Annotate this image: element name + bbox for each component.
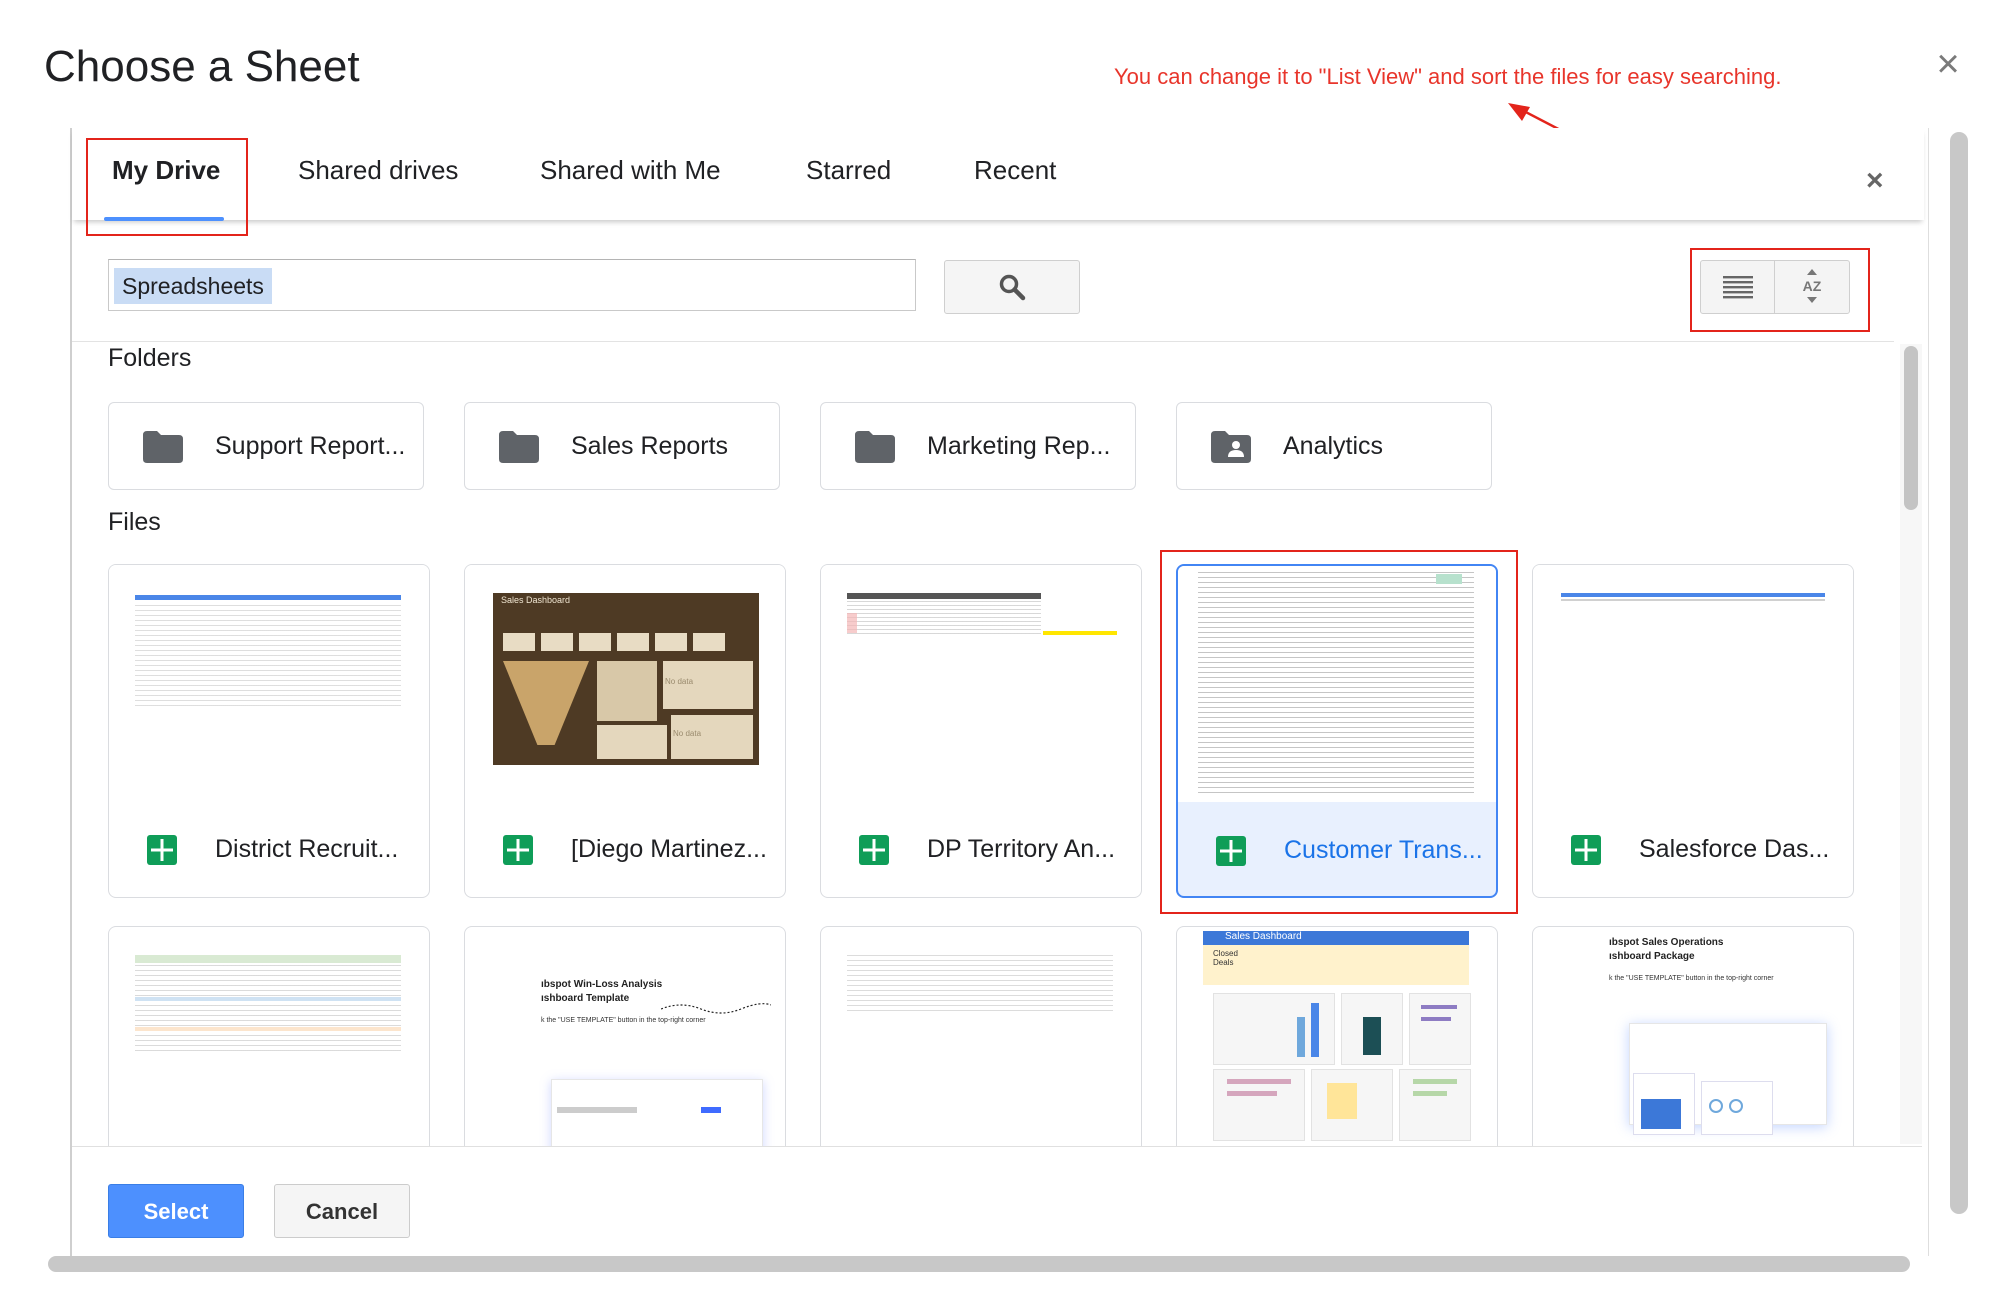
shared-folder-icon	[1211, 431, 1251, 463]
search-icon	[999, 274, 1026, 301]
highlight-box-selected-file	[1160, 550, 1518, 914]
folder-icon	[855, 431, 895, 463]
file-card-diego-martinez[interactable]: Sales Dashboard No data No data [Diego M…	[464, 564, 786, 898]
thumb-no-data: No data	[665, 677, 694, 686]
file-card-salesforce[interactable]: Salesforce Das...	[1532, 564, 1854, 898]
thumb-line: k the "USE TEMPLATE" button in the top-r…	[541, 1017, 706, 1024]
close-icon[interactable]: ×	[1930, 44, 1966, 84]
file-thumbnail	[1533, 565, 1853, 805]
folder-icon	[499, 431, 539, 463]
content-scrollbar-thumb[interactable]	[1904, 346, 1918, 510]
tab-starred[interactable]: Starred	[806, 155, 891, 186]
file-thumbnail	[821, 565, 1141, 805]
folder-support-reports[interactable]: Support Report...	[108, 402, 424, 490]
thumb-title: Sales Dashboard	[1225, 931, 1302, 942]
thumb-no-data: No data	[673, 729, 702, 738]
tab-shared-with-me[interactable]: Shared with Me	[540, 155, 721, 186]
thumb-label: Closed Deals	[1213, 949, 1238, 967]
google-sheets-icon	[503, 835, 533, 865]
tab-shared-drives[interactable]: Shared drives	[298, 155, 458, 186]
cancel-button[interactable]: Cancel	[274, 1184, 410, 1238]
thumb-title: Sales Dashboard	[501, 595, 571, 605]
folder-icon	[143, 431, 183, 463]
google-sheets-icon	[859, 835, 889, 865]
highlight-box-view-sort	[1690, 248, 1870, 332]
file-thumbnail	[109, 565, 429, 805]
thumb-line: k the "USE TEMPLATE" button in the top-r…	[1609, 975, 1774, 982]
thumb-line: ıbspot Win-Loss Analysis	[541, 979, 663, 990]
file-card-district-recruit[interactable]: District Recruit...	[108, 564, 430, 898]
file-name: DP Territory An...	[927, 835, 1116, 863]
folder-label: Marketing Rep...	[927, 432, 1111, 460]
file-name: Salesforce Das...	[1639, 835, 1830, 863]
horizontal-scrollbar[interactable]	[48, 1256, 1910, 1272]
thumb-line: ıbspot Sales Operations	[1609, 937, 1724, 948]
folder-analytics[interactable]: Analytics	[1176, 402, 1492, 490]
thumb-line: ıshboard Template	[541, 993, 630, 1004]
file-thumbnail: Sales Dashboard No data No data	[465, 565, 785, 805]
folder-sales-reports[interactable]: Sales Reports	[464, 402, 780, 490]
folders-heading: Folders	[108, 344, 192, 372]
folder-marketing-reports[interactable]: Marketing Rep...	[820, 402, 1136, 490]
highlight-box-my-drive	[86, 138, 248, 236]
file-name: District Recruit...	[215, 835, 399, 863]
file-card-dp-territory[interactable]: DP Territory An...	[820, 564, 1142, 898]
thumb-line: ıshboard Package	[1609, 951, 1695, 962]
dialog-title: Choose a Sheet	[44, 42, 360, 91]
tab-recent[interactable]: Recent	[974, 155, 1056, 186]
folder-label: Sales Reports	[571, 432, 729, 460]
annotation-text: You can change it to "List View" and sor…	[1114, 64, 1782, 89]
search-input-value: Spreadsheets	[114, 268, 272, 304]
files-heading: Files	[108, 508, 161, 536]
google-sheets-icon	[1571, 835, 1601, 865]
search-divider	[72, 341, 1894, 342]
search-button[interactable]	[944, 260, 1080, 314]
select-button[interactable]: Select	[108, 1184, 244, 1238]
folder-label: Support Report...	[215, 432, 406, 460]
folder-label: Analytics	[1283, 432, 1384, 460]
file-name: [Diego Martinez...	[571, 835, 767, 863]
google-sheets-icon	[147, 835, 177, 865]
outer-vertical-scrollbar[interactable]	[1950, 132, 1968, 1214]
picker-close-icon[interactable]: ×	[1866, 164, 1884, 198]
